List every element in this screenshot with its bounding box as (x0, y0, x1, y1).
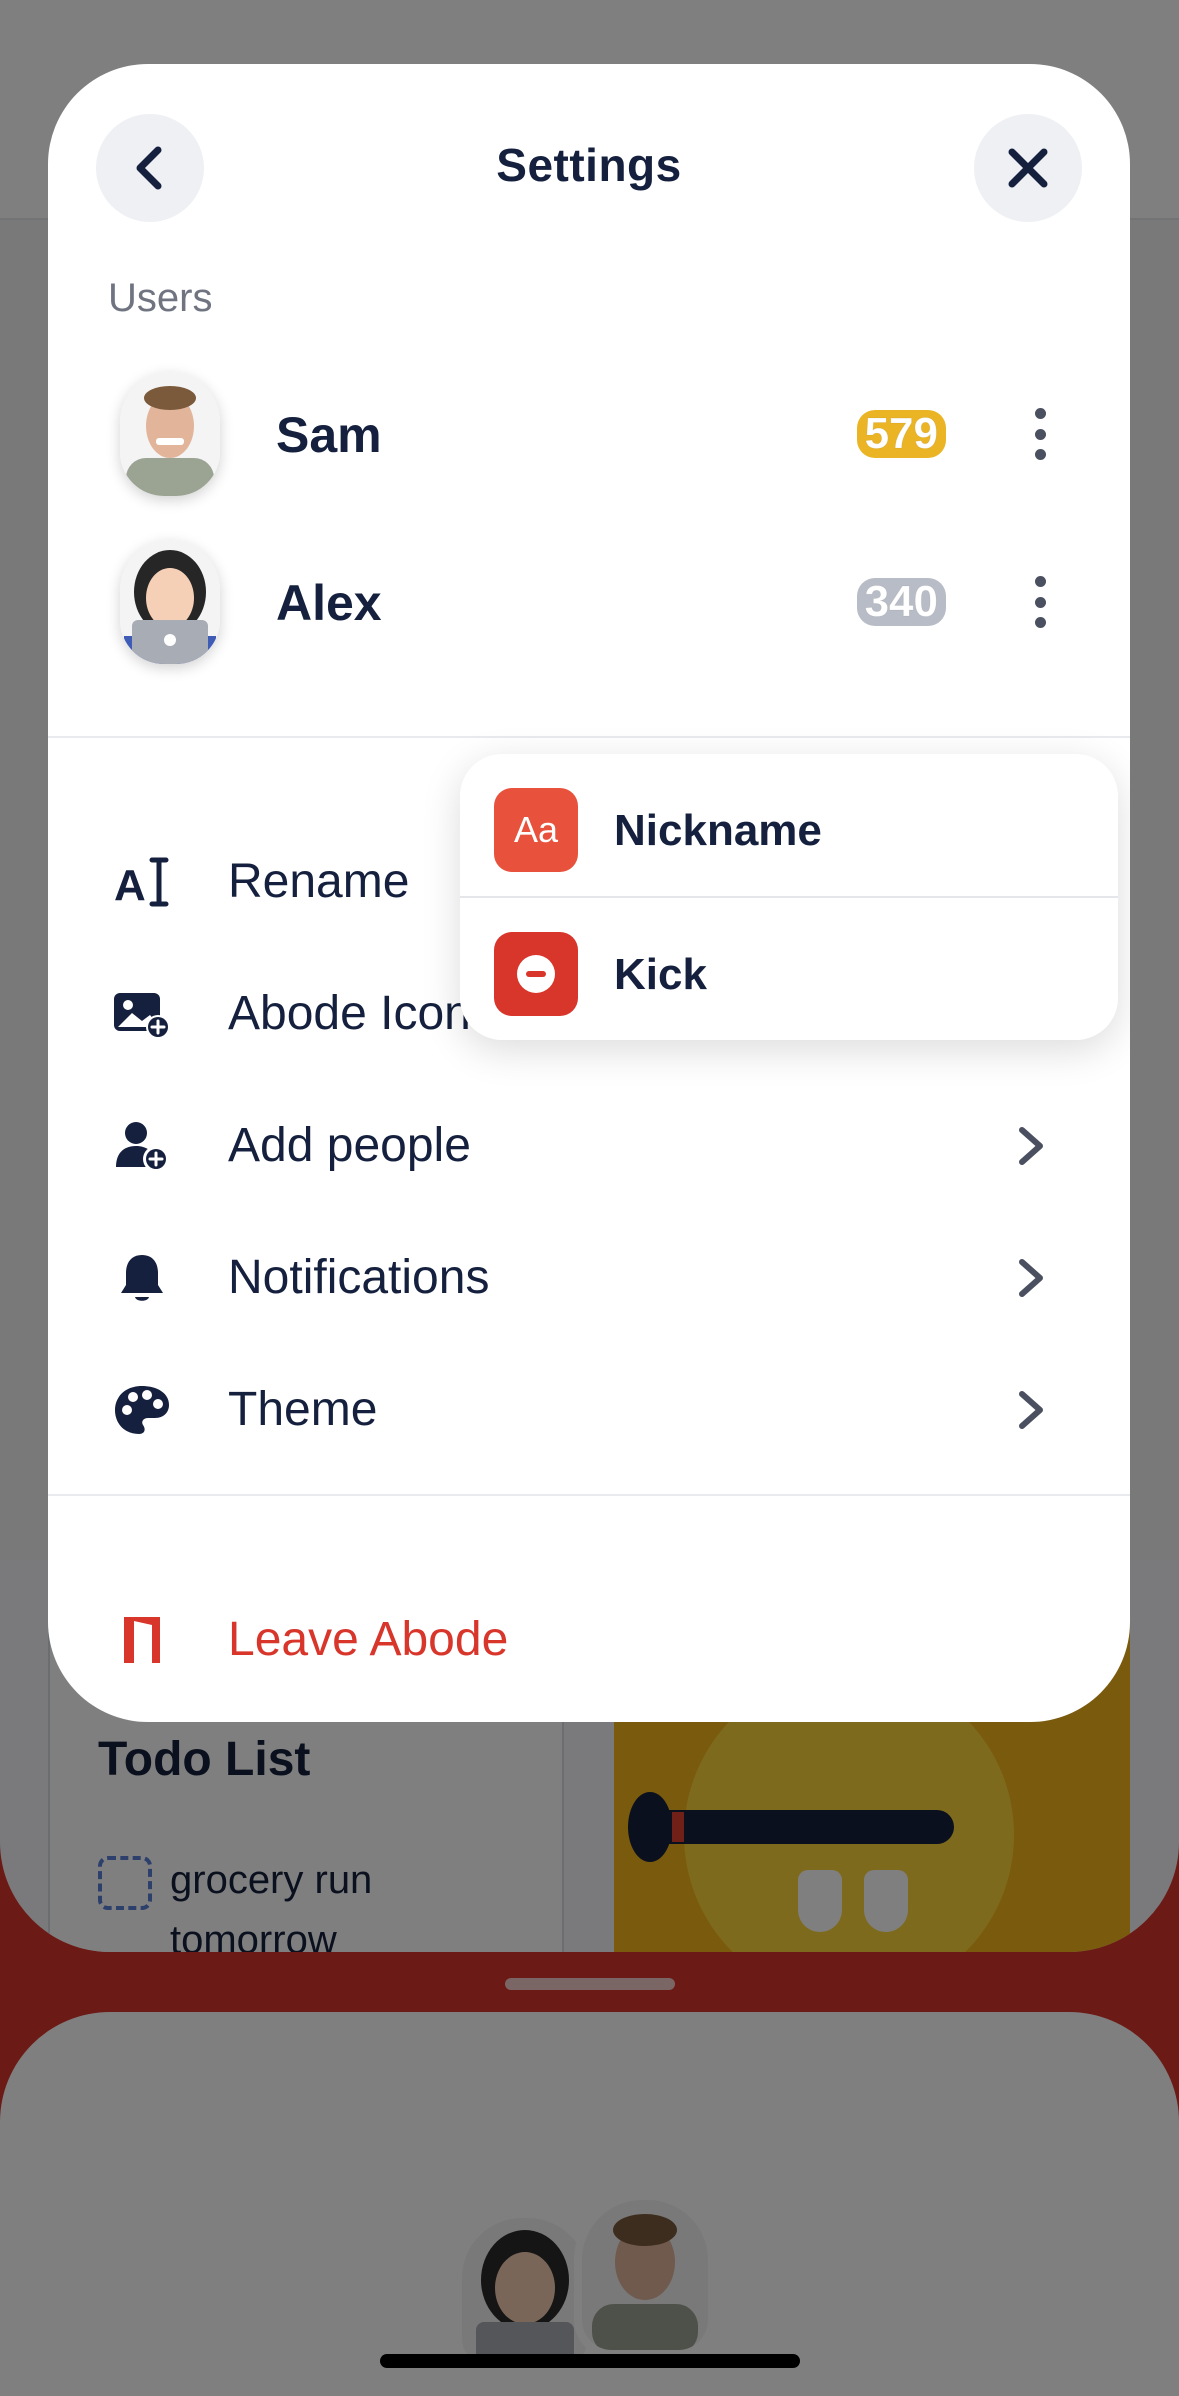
chevron-right-icon (1019, 1259, 1043, 1297)
users-section-label: Users (108, 276, 213, 320)
avatar (120, 540, 220, 664)
svg-text:A: A (114, 861, 146, 908)
nickname-icon: Aa (494, 788, 578, 872)
kebab-dot (1034, 596, 1046, 608)
divider (48, 1494, 1130, 1496)
popup-item-label: Nickname (614, 806, 822, 855)
menu-item-notifications[interactable]: Notifications (48, 1210, 1130, 1342)
text-cursor-icon: A (112, 854, 172, 910)
leave-abode-button[interactable]: Leave Abode (48, 1572, 1130, 1704)
kebab-dot (1034, 408, 1046, 419)
menu-item-add-people[interactable]: Add people (48, 1078, 1130, 1210)
nickname-option[interactable]: Aa Nickname (460, 754, 1118, 896)
user-row-sam[interactable]: Sam 579 (48, 354, 1130, 514)
user-row-alex[interactable]: Alex 340 (48, 522, 1130, 682)
score-badge: 340 (856, 577, 946, 626)
close-icon (1008, 148, 1048, 188)
nickname-icon-text: Aa (513, 809, 559, 850)
menu-item-label: Add people (228, 1119, 471, 1172)
menu-item-label: Abode Icon (228, 987, 471, 1040)
chevron-right-icon (1019, 1391, 1043, 1429)
kebab-dot (1034, 449, 1046, 460)
user-options-popup: Aa Nickname Kick (460, 754, 1118, 1040)
more-options-button[interactable] (1020, 402, 1060, 466)
leave-abode-label: Leave Abode (228, 1613, 509, 1666)
bell-icon (112, 1250, 172, 1306)
palette-icon (112, 1382, 172, 1438)
chevron-right-icon (1019, 1127, 1043, 1165)
menu-item-label: Notifications (228, 1251, 490, 1304)
minus-circle-icon (494, 932, 578, 1016)
door-exit-icon (112, 1612, 172, 1668)
kick-option[interactable]: Kick (460, 898, 1118, 1040)
kebab-dot (1034, 428, 1046, 440)
close-button[interactable] (974, 114, 1082, 222)
user-name: Sam (276, 407, 382, 463)
menu-item-label: Rename (228, 855, 410, 908)
divider (48, 736, 1130, 738)
user-name: Alex (276, 575, 382, 631)
kebab-dot (1034, 617, 1046, 628)
more-options-button[interactable] (1020, 570, 1060, 634)
settings-modal: Settings Users Sam 579 Alex 340 A Rename… (48, 64, 1130, 1722)
person-add-icon (112, 1118, 172, 1174)
score-badge: 579 (856, 409, 946, 458)
popup-item-label: Kick (614, 950, 707, 999)
menu-item-label: Theme (228, 1383, 378, 1436)
menu-item-theme[interactable]: Theme (48, 1342, 1130, 1474)
page-title: Settings (496, 139, 682, 191)
kebab-dot (1034, 576, 1046, 587)
avatar (120, 372, 220, 496)
home-indicator[interactable] (380, 2354, 800, 2368)
image-add-icon (112, 986, 172, 1042)
